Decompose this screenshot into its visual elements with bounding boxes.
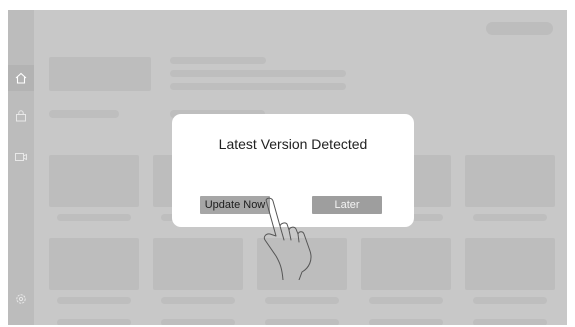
sidebar-item-settings[interactable] [8, 286, 34, 312]
card-caption [369, 319, 443, 325]
card-caption [161, 297, 235, 304]
later-button[interactable]: Later [312, 196, 382, 214]
content-card[interactable] [49, 238, 139, 290]
hero-text-line [170, 70, 346, 77]
pointing-hand-icon [263, 197, 312, 280]
card-caption [473, 297, 547, 304]
card-caption [473, 214, 547, 221]
sidebar-item-media[interactable] [8, 144, 34, 170]
card-caption [265, 297, 339, 304]
hero-text-line [170, 57, 266, 64]
sidebar-item-home[interactable] [8, 65, 34, 91]
card-caption [57, 214, 131, 221]
video-icon [15, 153, 27, 161]
home-icon [15, 72, 27, 84]
content-card[interactable] [153, 238, 243, 290]
content-card[interactable] [49, 155, 139, 207]
card-caption [473, 319, 547, 325]
content-card[interactable] [361, 238, 451, 290]
hero-thumbnail-placeholder[interactable] [49, 57, 151, 91]
card-caption [57, 319, 131, 325]
card-caption [369, 297, 443, 304]
card-caption [265, 319, 339, 325]
content-card[interactable] [465, 238, 555, 290]
card-caption [161, 319, 235, 325]
sidebar [8, 10, 34, 325]
hero-text-line [170, 83, 346, 90]
bag-icon [16, 110, 26, 122]
sidebar-item-store[interactable] [8, 103, 34, 129]
top-pill-placeholder [486, 22, 553, 35]
section-label-placeholder [49, 110, 119, 118]
dialog-title: Latest Version Detected [218, 136, 368, 152]
gear-icon [16, 294, 26, 304]
content-card[interactable] [465, 155, 555, 207]
card-caption [57, 297, 131, 304]
